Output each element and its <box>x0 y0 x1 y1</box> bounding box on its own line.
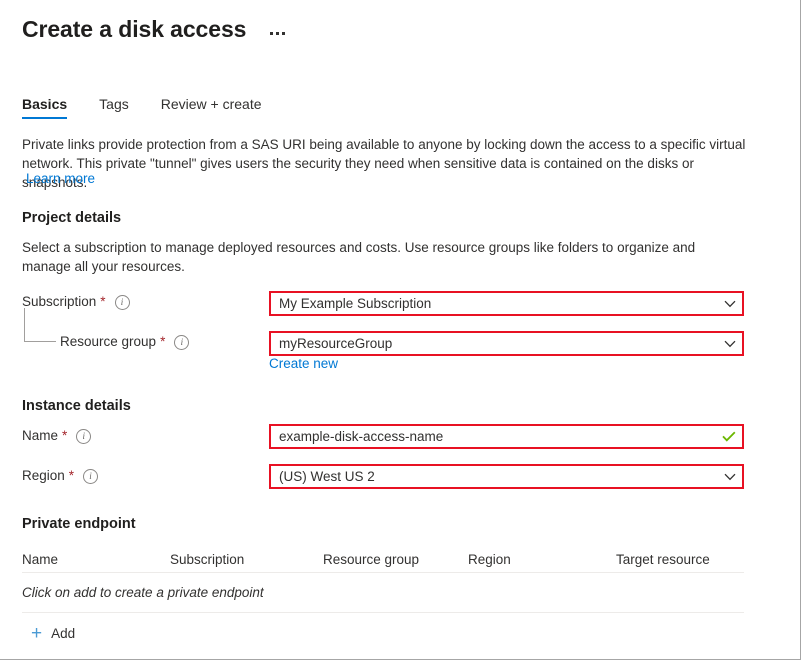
required-indicator: * <box>160 334 165 349</box>
name-label-text: Name <box>22 428 58 443</box>
instance-details-heading: Instance details <box>22 398 131 414</box>
column-header-resource-group: Resource group <box>323 552 468 567</box>
private-endpoint-table: Name Subscription Resource group Region … <box>22 546 744 613</box>
project-details-heading: Project details <box>22 210 121 226</box>
chevron-down-icon <box>718 473 742 481</box>
name-label: Name * i <box>22 428 91 443</box>
page-title: Create a disk access <box>22 14 246 44</box>
info-icon[interactable]: i <box>76 429 91 444</box>
ellipsis-dot <box>276 32 279 35</box>
column-header-target-resource: Target resource <box>616 552 744 567</box>
more-options-icon[interactable] <box>266 26 289 41</box>
region-label-text: Region <box>22 468 65 483</box>
chevron-down-icon <box>718 340 742 348</box>
info-icon[interactable]: i <box>115 295 130 310</box>
required-indicator: * <box>62 428 67 443</box>
create-new-resource-group-link[interactable]: Create new <box>269 356 338 371</box>
name-input[interactable]: example-disk-access-name <box>269 424 744 449</box>
learn-more-link[interactable]: Learn more <box>26 171 95 186</box>
column-header-name: Name <box>22 552 170 567</box>
required-indicator: * <box>100 294 105 309</box>
tab-review-create[interactable]: Review + create <box>161 96 262 119</box>
resource-group-dropdown[interactable]: myResourceGroup <box>269 331 744 356</box>
ellipsis-dot <box>282 32 285 35</box>
blade-tabs: Basics Tags Review + create <box>22 96 294 119</box>
table-header-row: Name Subscription Resource group Region … <box>22 546 744 573</box>
valid-check-icon <box>716 431 742 442</box>
tree-connector-line <box>24 308 56 342</box>
tab-tags[interactable]: Tags <box>99 96 129 119</box>
info-icon[interactable]: i <box>83 469 98 484</box>
subscription-dropdown[interactable]: My Example Subscription <box>269 291 744 316</box>
resource-group-label: Resource group * i <box>60 334 189 349</box>
table-empty-message: Click on add to create a private endpoin… <box>22 585 264 600</box>
name-value: example-disk-access-name <box>271 429 716 444</box>
subscription-label: Subscription * i <box>22 294 130 309</box>
subscription-label-text: Subscription <box>22 294 96 309</box>
intro-text: Private links provide protection from a … <box>22 135 748 192</box>
info-icon[interactable]: i <box>174 335 189 350</box>
column-header-subscription: Subscription <box>170 552 323 567</box>
region-label: Region * i <box>22 468 98 483</box>
region-value: (US) West US 2 <box>271 469 718 484</box>
blade-header: Create a disk access <box>22 14 289 44</box>
create-disk-access-blade: Create a disk access Basics Tags Review … <box>0 0 801 660</box>
resource-group-value: myResourceGroup <box>271 336 718 351</box>
add-button-label: Add <box>51 626 75 641</box>
subscription-value: My Example Subscription <box>271 296 718 311</box>
private-endpoint-heading: Private endpoint <box>22 516 136 532</box>
ellipsis-dot <box>270 32 273 35</box>
plus-icon: + <box>31 624 42 643</box>
table-empty-row: Click on add to create a private endpoin… <box>22 573 744 613</box>
add-private-endpoint-button[interactable]: + Add <box>27 621 79 646</box>
tab-basics[interactable]: Basics <box>22 96 67 119</box>
region-dropdown[interactable]: (US) West US 2 <box>269 464 744 489</box>
column-header-region: Region <box>468 552 616 567</box>
project-details-description: Select a subscription to manage deployed… <box>22 238 738 276</box>
resource-group-label-text: Resource group <box>60 334 156 349</box>
required-indicator: * <box>69 468 74 483</box>
chevron-down-icon <box>718 300 742 308</box>
